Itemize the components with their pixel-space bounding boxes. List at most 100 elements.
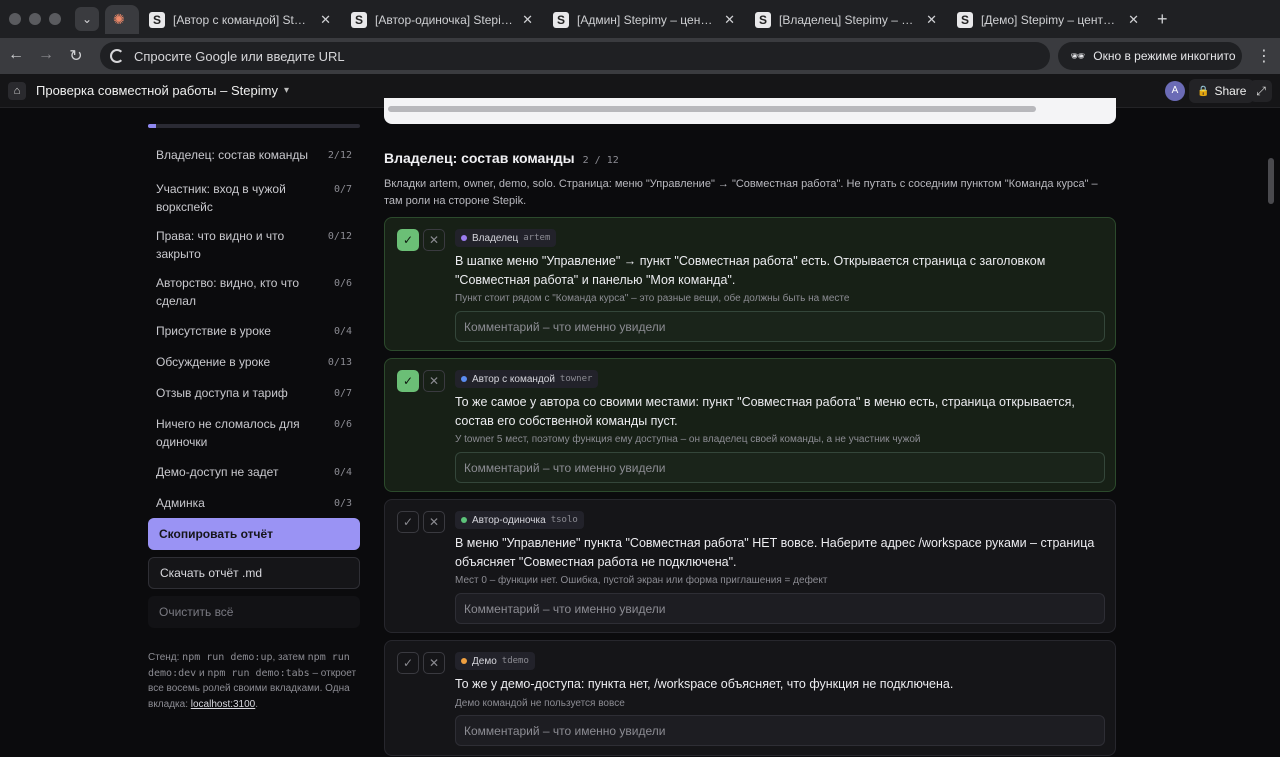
close-icon[interactable]: ✕ (522, 12, 533, 28)
close-icon[interactable]: ✕ (724, 12, 735, 28)
comment-field[interactable]: Комментарий – что именно увидели (455, 715, 1105, 746)
sidebar-item-solo-ok[interactable]: Ничего не сломалось для одиночки 0/6 (148, 411, 360, 455)
section-title: Владелец: состав команды (384, 150, 575, 166)
window-zoom-dot[interactable] (49, 13, 61, 25)
role-dot (461, 376, 467, 382)
close-icon[interactable]: ✕ (320, 12, 331, 28)
role-name: Автор с командой (472, 373, 555, 385)
comment-field[interactable]: Комментарий – что именно увидели (455, 452, 1105, 483)
sidebar-item-count: 0/6 (333, 419, 352, 430)
share-label: Share (1214, 84, 1247, 98)
sidebar-item-count: 2/12 (327, 150, 352, 161)
hint-text: . (255, 698, 259, 710)
stepimy-favicon-icon: S (149, 11, 165, 28)
tab-current[interactable]: ✺ (105, 5, 139, 34)
check-icon[interactable]: ✓ (397, 229, 419, 251)
window-minimize-dot[interactable] (29, 13, 41, 25)
sidebar-item-demo[interactable]: Демо-доступ не задет 0/4 (148, 459, 360, 486)
incognito-button[interactable]: 🕶 Окно в режиме инкогнито (1058, 42, 1242, 70)
main-content: Владелец: состав команды 2 / 12 Вкладки … (384, 98, 1116, 757)
sidebar-item-admin[interactable]: Админка 0/3 (148, 490, 360, 517)
sidebar-item-count: 0/7 (333, 388, 352, 399)
check-icon[interactable]: ✓ (397, 511, 419, 533)
sidebar-item-owner-team[interactable]: Владелец: состав команды 2/12 (148, 142, 360, 169)
role-dot (461, 517, 467, 523)
check-icon[interactable]: ✓ (397, 370, 419, 392)
stepimy-favicon-icon: S (553, 11, 569, 28)
back-arrow-icon[interactable]: ← (6, 46, 26, 64)
address-bar[interactable]: Спросите Google или введите URL (100, 42, 1050, 70)
forward-arrow-icon[interactable]: → (36, 46, 56, 64)
vertical-scrollbar[interactable] (1268, 158, 1274, 204)
sidebar-item-label: Демо-доступ не задет (156, 465, 279, 479)
localhost-link[interactable]: localhost:3100 (191, 699, 256, 710)
avatar[interactable]: A (1165, 81, 1185, 101)
sidebar-item-count: 0/6 (333, 278, 352, 289)
sidebar: Владелец: состав команды 2/12 Участник: в… (140, 108, 368, 757)
sparkle-icon: ✺ (113, 11, 125, 27)
section-header: Владелец: состав команды 2 / 12 (384, 150, 619, 166)
role-login: towner (559, 374, 593, 384)
kebab-menu-icon[interactable]: ⋮ (1256, 46, 1272, 66)
google-icon (110, 49, 124, 63)
check-note: У towner 5 мест, поэтому функция ему дос… (455, 434, 921, 445)
tab-owner[interactable]: S [Владелец] Stepimy – центр ✕ (747, 5, 945, 34)
check-instruction: В меню "Управление" пункта "Совместная р… (455, 536, 1095, 569)
role-login: tdemo (501, 656, 529, 666)
tab-title: [Демо] Stepimy – центр упр (981, 12, 1121, 27)
role-dot (461, 658, 467, 664)
reload-icon[interactable]: ↻ (66, 46, 86, 66)
sidebar-item-label: Отзыв доступа и тариф (156, 386, 288, 400)
tab-title: [Автор с командой] Stepimy – (173, 12, 312, 27)
new-tab-plus-icon[interactable]: + (1157, 9, 1168, 30)
incognito-label: Окно в режиме инкогнито (1093, 49, 1236, 63)
window-close-dot[interactable] (9, 13, 21, 25)
sidebar-item-discussion[interactable]: Обсуждение в уроке 0/13 (148, 349, 360, 376)
fail-x-icon[interactable]: ✕ (423, 370, 445, 392)
browser-tab-strip: ⌄ ✺ S [Автор с командой] Stepimy – ✕ S [… (0, 0, 1280, 38)
chevron-down-icon: ▾ (283, 85, 289, 96)
tab-admin[interactable]: S [Админ] Stepimy – центр упр ✕ (545, 5, 743, 34)
sidebar-item-label: Авторство: видно, кто что сделал (156, 276, 299, 308)
sidebar-item-permissions[interactable]: Права: что видно и что закрыто 0/12 (148, 223, 360, 267)
tab-author-team[interactable]: S [Автор с командой] Stepimy – ✕ (141, 5, 339, 34)
check-icon[interactable]: ✓ (397, 652, 419, 674)
share-button[interactable]: 🔒 Share (1189, 79, 1255, 103)
copy-report-button[interactable]: Скопировать отчёт (148, 518, 360, 550)
progress-bar (148, 124, 360, 128)
fail-x-icon[interactable]: ✕ (423, 652, 445, 674)
sidebar-item-revoke-tariff[interactable]: Отзыв доступа и тариф 0/7 (148, 380, 360, 407)
clear-all-button[interactable]: Очистить всё (148, 596, 360, 628)
sidebar-item-label: Присутствие в уроке (156, 324, 271, 338)
close-icon[interactable]: ✕ (1128, 12, 1139, 28)
sidebar-item-authorship[interactable]: Авторство: видно, кто что сделал 0/6 (148, 270, 360, 314)
tab-title: [Владелец] Stepimy – центр (779, 12, 919, 27)
expand-icon[interactable]: ⤢ (1250, 80, 1272, 102)
sidebar-item-presence[interactable]: Присутствие в уроке 0/4 (148, 318, 360, 345)
sidebar-item-label: Ничего не сломалось для одиночки (156, 417, 300, 449)
sidebar-item-member-join[interactable]: Участник: вход в чужой воркспейс 0/7 (148, 176, 360, 220)
lock-icon: 🔒 (1197, 85, 1210, 97)
check-note: Демо командой не пользуется вовсе (455, 698, 625, 709)
tab-author-solo[interactable]: S [Автор-одиночка] Stepimy – ✕ (343, 5, 541, 34)
role-chip: Автор с командой towner (455, 370, 599, 388)
horizontal-scrollbar[interactable] (388, 106, 1036, 112)
tab-search-chevron-icon[interactable]: ⌄ (75, 7, 99, 31)
role-login: artem (523, 233, 551, 243)
comment-field[interactable]: Комментарий – что именно увидели (455, 311, 1105, 342)
hint-text: Стенд: (148, 652, 183, 663)
role-name: Владелец (472, 232, 519, 244)
download-report-button[interactable]: Скачать отчёт .md (148, 557, 360, 589)
progress-fill (148, 124, 157, 128)
fail-x-icon[interactable]: ✕ (423, 229, 445, 251)
check-card: ✓ ✕ Автор с командой towner То же самое … (384, 358, 1116, 492)
check-card: ✓ ✕ Владелец artem В шапке меню "Управле… (384, 217, 1116, 351)
fail-x-icon[interactable]: ✕ (423, 511, 445, 533)
project-title[interactable]: Проверка совместной работы – Stepimy ▾ (36, 83, 289, 98)
close-icon[interactable]: ✕ (926, 12, 937, 28)
check-card: ✓ ✕ Демо tdemo То же у демо-доступа: пун… (384, 640, 1116, 756)
tab-demo[interactable]: S [Демо] Stepimy – центр упр ✕ (949, 5, 1147, 34)
sidebar-item-count: 0/12 (327, 231, 352, 242)
comment-field[interactable]: Комментарий – что именно увидели (455, 593, 1105, 624)
section-nav: Владелец: состав команды 2/12 Участник: в… (148, 142, 360, 517)
